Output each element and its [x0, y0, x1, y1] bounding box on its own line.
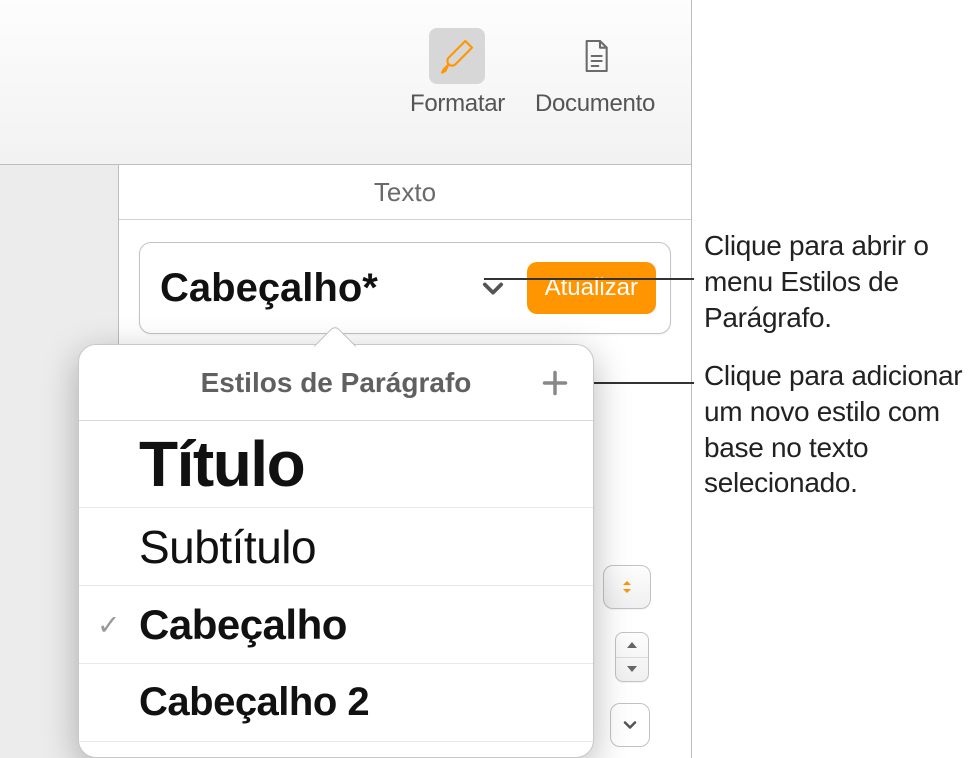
popup-control[interactable] [603, 565, 651, 609]
inspector-header-label: Texto [374, 177, 436, 208]
paragraph-styles-popover: Estilos de Parágrafo ✓Título✓Subtítulo✓C… [78, 344, 594, 758]
add-style-button[interactable] [537, 365, 573, 401]
style-item[interactable]: ✓Título [79, 421, 593, 508]
toolbar-buttons: Formatar Documento [410, 28, 655, 118]
style-item-label: Cabeçalho [139, 601, 347, 649]
style-item[interactable]: ✓ Cabeçalho [79, 586, 593, 664]
checkmark-icon: ✓ [97, 608, 120, 641]
current-style-name: Cabeçalho* [160, 266, 471, 311]
document-icon [567, 28, 623, 84]
inspector-header: Texto [119, 165, 691, 220]
callout-leader-line [484, 278, 694, 280]
format-button[interactable]: Formatar [410, 28, 505, 118]
update-style-button[interactable]: Atualizar [527, 262, 656, 314]
style-list: ✓Título✓Subtítulo ✓ Cabeçalho ✓Cabeçalho 2 [79, 421, 593, 742]
stepper-down[interactable] [616, 658, 648, 682]
style-item-label: Subtítulo [139, 520, 316, 574]
style-picker-chevron[interactable] [471, 266, 515, 310]
paintbrush-icon [429, 28, 485, 84]
style-item[interactable]: ✓Cabeçalho 2 [79, 664, 593, 742]
style-item[interactable]: ✓Subtítulo [79, 508, 593, 586]
chevron-down-icon [626, 664, 638, 674]
stepper-control[interactable] [615, 632, 649, 682]
popover-title: Estilos de Parágrafo [201, 367, 472, 399]
stepper-up[interactable] [616, 633, 648, 658]
document-button[interactable]: Documento [535, 28, 655, 118]
paragraph-style-picker[interactable]: Cabeçalho* Atualizar [139, 242, 671, 334]
format-label: Formatar [410, 90, 505, 118]
toolbar-area: Formatar Documento [0, 0, 692, 165]
chevron-up-icon [626, 640, 638, 650]
updown-arrows-icon [619, 579, 635, 595]
style-item-label: Título [139, 427, 304, 501]
plus-icon [541, 369, 569, 397]
callout-open-menu: Clique para abrir o menu Estilos de Pará… [704, 228, 966, 335]
document-label: Documento [535, 90, 655, 118]
disclosure-control[interactable] [610, 703, 650, 747]
chevron-down-icon [620, 715, 640, 735]
callout-add-style: Clique para adicionar um novo estilo com… [704, 358, 972, 501]
style-item-label: Cabeçalho 2 [139, 680, 369, 725]
